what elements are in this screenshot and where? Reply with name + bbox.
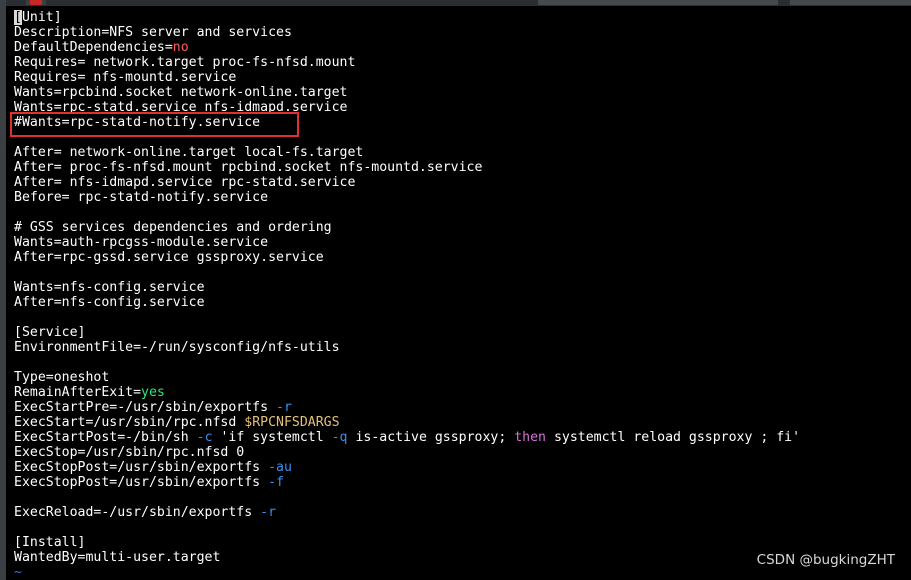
code-line: [Unit]	[14, 10, 911, 25]
code-line: ExecStopPost=/usr/sbin/exportfs -au	[14, 460, 911, 475]
code-token: EnvironmentFile=-/run/sysconfig/nfs-util…	[14, 340, 340, 355]
code-line: [Install]	[14, 535, 911, 550]
code-token: After= proc-fs-nfsd.mount rpcbind.socket…	[14, 160, 483, 175]
code-token: ExecStart=/usr/sbin/rpc.nfsd	[14, 415, 245, 430]
code-line: RemainAfterExit=yes	[14, 385, 911, 400]
code-token: Type=oneshot	[14, 370, 110, 385]
code-token: -r	[276, 400, 292, 415]
code-token: Wants=nfs-config.service	[14, 280, 205, 295]
code-token: # GSS services dependencies and ordering	[14, 220, 332, 235]
code-line: ExecReload=-/usr/sbin/exportfs -r	[14, 505, 911, 520]
code-token: then	[514, 430, 546, 445]
code-line: ExecStartPre=-/usr/sbin/exportfs -r	[14, 400, 911, 415]
code-line: After=rpc-gssd.service gssproxy.service	[14, 250, 911, 265]
code-token: Before= rpc-statd-notify.service	[14, 190, 269, 205]
code-token: ExecReload=-/usr/sbin/exportfs	[14, 505, 261, 520]
code-token: ExecStopPost=/usr/sbin/exportfs	[14, 460, 269, 475]
code-line: Wants=auth-rpcgss-module.service	[14, 235, 911, 250]
code-token: 'if systemctl	[212, 430, 332, 445]
code-line: Wants=nfs-config.service	[14, 280, 911, 295]
code-token: [Service]	[14, 325, 86, 340]
code-token: [Install]	[14, 535, 86, 550]
code-line: ExecStop=/usr/sbin/rpc.nfsd 0	[14, 445, 911, 460]
annotation-highlight-box	[10, 112, 299, 137]
code-token: After=rpc-gssd.service gssproxy.service	[14, 250, 324, 265]
window-left-border	[0, 0, 6, 580]
code-token: After= network-online.target local-fs.ta…	[14, 145, 364, 160]
code-token: ExecStopPost=/usr/sbin/exportfs	[14, 475, 269, 490]
code-token: WantedBy=multi-user.target	[14, 550, 221, 565]
watermark: CSDN @bugkingZHT	[756, 552, 895, 568]
app-icon	[30, 0, 42, 5]
code-line: # GSS services dependencies and ordering	[14, 220, 911, 235]
code-line: ExecStartPost=-/bin/sh -c 'if systemctl …	[14, 430, 911, 445]
code-line: Before= rpc-statd-notify.service	[14, 190, 911, 205]
code-line: Requires= network.target proc-fs-nfsd.mo…	[14, 55, 911, 70]
code-token: Unit]	[21, 10, 62, 25]
code-token: $RPCNFSDARGS	[244, 415, 340, 430]
code-token: Requires= nfs-mountd.service	[14, 70, 237, 85]
terminal-tab[interactable]	[538, 0, 778, 5]
code-token: Wants=auth-rpcgss-module.service	[14, 235, 269, 250]
code-line: Wants=rpcbind.socket network-online.targ…	[14, 85, 911, 100]
code-line: After=nfs-config.service	[14, 295, 911, 310]
code-token: -au	[268, 460, 292, 475]
code-token: -q	[331, 430, 348, 445]
empty-line-marker: ~	[14, 565, 22, 580]
code-line: Description=NFS server and services	[14, 25, 911, 40]
vim-editor-text-area[interactable]: [Unit] Description=NFS server and service…	[14, 10, 911, 580]
code-line: Requires= nfs-mountd.service	[14, 70, 911, 85]
terminal-tab[interactable]	[790, 0, 911, 5]
code-token: is-active gssproxy;	[347, 430, 515, 445]
window-tab-bar	[0, 0, 911, 6]
code-line: After= network-online.target local-fs.ta…	[14, 145, 911, 160]
code-line: Type=oneshot	[14, 370, 911, 385]
code-token: no	[172, 40, 189, 55]
code-token: ExecStop=/usr/sbin/rpc.nfsd 0	[14, 445, 245, 460]
code-line: [Service]	[14, 325, 911, 340]
code-token: ExecStartPre=-/usr/sbin/exportfs	[14, 400, 277, 415]
terminal-tab-icon[interactable]	[26, 0, 46, 5]
code-token: ExecStartPost=-/bin/sh	[14, 430, 197, 445]
code-token: Description=NFS server and services	[14, 25, 292, 40]
code-token: RemainAfterExit=	[14, 385, 142, 400]
code-line: EnvironmentFile=-/run/sysconfig/nfs-util…	[14, 340, 911, 355]
code-token: yes	[141, 385, 165, 400]
code-token: DefaultDependencies=	[14, 40, 173, 55]
text-cursor: [	[14, 10, 22, 25]
code-token: Wants=rpcbind.socket network-online.targ…	[14, 85, 348, 100]
code-line: DefaultDependencies=no	[14, 40, 911, 55]
code-token: -f	[268, 475, 284, 490]
code-token: -c	[196, 430, 213, 445]
code-line: ExecStart=/usr/sbin/rpc.nfsd $RPCNFSDARG…	[14, 415, 911, 430]
code-line: After= nfs-idmapd.service rpc-statd.serv…	[14, 175, 911, 190]
code-token: systemctl reload gssproxy ; fi'	[546, 430, 801, 445]
code-token: After=nfs-config.service	[14, 295, 205, 310]
code-token: Requires= network.target proc-fs-nfsd.mo…	[14, 55, 356, 70]
code-token: -r	[260, 505, 277, 520]
code-line: After= proc-fs-nfsd.mount rpcbind.socket…	[14, 160, 911, 175]
code-token: After= nfs-idmapd.service rpc-statd.serv…	[14, 175, 356, 190]
code-line: ExecStopPost=/usr/sbin/exportfs -f	[14, 475, 911, 490]
